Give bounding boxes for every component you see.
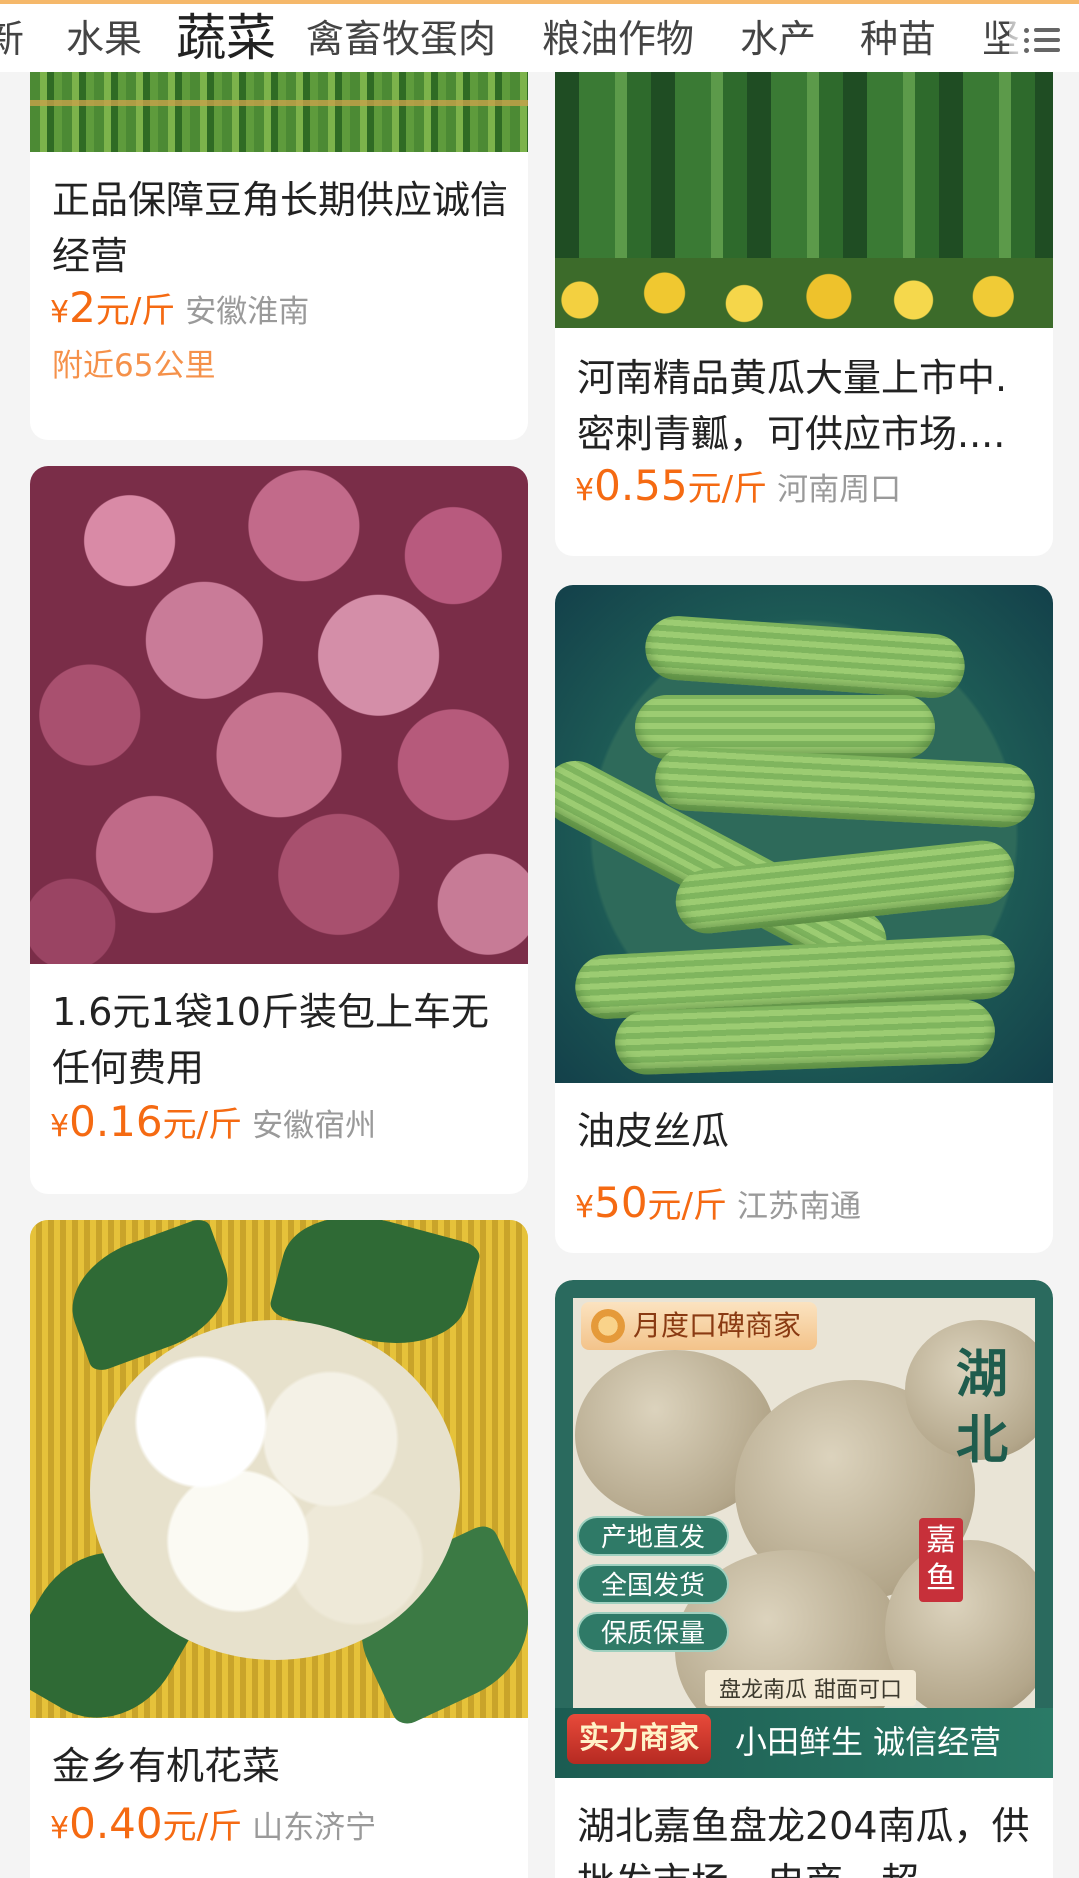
- price-unit: 元/斤: [162, 1105, 243, 1145]
- price-unit: 元/斤: [687, 469, 768, 509]
- price-value: 0.40: [69, 1799, 163, 1848]
- product-image-loofah: [555, 585, 1053, 1083]
- ad-bottom-banner: 实力商家 小田鲜生 诚信经营: [555, 1708, 1053, 1778]
- price-unit: 元/斤: [95, 291, 176, 331]
- ad-slogan: 盘龙南瓜 甜面可口: [705, 1670, 916, 1706]
- tab-vegetables[interactable]: 蔬菜: [176, 8, 276, 68]
- menu-list-icon: [1024, 23, 1064, 57]
- medal-icon: [591, 1309, 625, 1343]
- ad-feature-pill: 保质保量: [577, 1612, 730, 1652]
- product-card-loofah[interactable]: 油皮丝瓜 ¥50元/斤 江苏南通: [555, 585, 1053, 1253]
- tab-fruit[interactable]: 水果: [66, 14, 142, 64]
- tab-seedlings[interactable]: 种苗: [860, 14, 936, 64]
- ad-vertical-subtitle: 嘉鱼: [919, 1518, 963, 1602]
- location-text: 安徽淮南: [185, 294, 310, 330]
- merchant-badge-label: 月度口碑商家: [633, 1309, 802, 1342]
- product-image-onion: [30, 466, 528, 964]
- price-line: ¥2元/斤 安徽淮南: [50, 282, 510, 343]
- price-line: ¥0.55元/斤 河南周口: [575, 460, 1035, 521]
- location-text: 江苏南通: [737, 1189, 862, 1225]
- tab-aquatic[interactable]: 水产: [740, 14, 816, 64]
- strong-merchant-badge: 实力商家: [567, 1714, 711, 1764]
- product-title: 河南精品黄瓜大量上市中.密刺青瓤，可供应市场....: [577, 356, 1008, 456]
- product-card-onion[interactable]: 1.6元1袋10斤装包上车无任何费用 ¥0.16元/斤 安徽宿州: [30, 466, 528, 1194]
- product-image-cauliflower: [30, 1220, 528, 1747]
- price-line: ¥50元/斤 江苏南通: [575, 1177, 1035, 1238]
- currency-symbol: ¥: [50, 1811, 70, 1846]
- currency-symbol: ¥: [575, 473, 595, 508]
- ad-feature-pill: 全国发货: [577, 1564, 730, 1604]
- ad-feature-pill: 产地直发: [577, 1516, 730, 1556]
- location-text: 安徽宿州: [252, 1108, 377, 1144]
- product-card-cauliflower[interactable]: 金乡有机花菜 ¥0.40元/斤 山东济宁: [30, 1220, 528, 1878]
- location-text: 河南周口: [777, 472, 902, 508]
- price-value: 0.55: [594, 461, 688, 510]
- price-value: 50: [594, 1178, 648, 1227]
- product-card-cucumber[interactable]: 河南精品黄瓜大量上市中.密刺青瓤，可供应市场.... ¥0.55元/斤 河南周口: [555, 0, 1053, 556]
- distance-text: 附近65公里: [52, 348, 216, 384]
- category-menu-button[interactable]: [1009, 4, 1079, 72]
- product-card-pumpkin[interactable]: 月度口碑商家 湖北 嘉鱼 产地直发 全国发货 保质保量 盘龙南瓜 甜面可口 实力…: [555, 1280, 1053, 1878]
- category-tab-bar: 新 水果 蔬菜 禽畜牧蛋肉 粮油作物 水产 种苗 坚: [0, 0, 1079, 72]
- price-value: 0.16: [69, 1097, 163, 1146]
- currency-symbol: ¥: [575, 1190, 595, 1225]
- price-unit: 元/斤: [162, 1807, 243, 1847]
- location-text: 山东济宁: [252, 1810, 377, 1846]
- currency-symbol: ¥: [50, 295, 70, 330]
- merchant-badge: 月度口碑商家: [581, 1302, 818, 1350]
- tab-grain-oil[interactable]: 粮油作物: [542, 14, 694, 64]
- ad-vertical-title: 湖北: [955, 1344, 1008, 1471]
- product-title: 金乡有机花菜: [52, 1744, 281, 1788]
- product-title: 正品保障豆角长期供应诚信经营: [52, 178, 509, 278]
- price-line: ¥0.16元/斤 安徽宿州: [50, 1096, 510, 1157]
- product-image-pumpkin-ad: 月度口碑商家 湖北 嘉鱼 产地直发 全国发货 保质保量 盘龙南瓜 甜面可口 实力…: [555, 1280, 1053, 1778]
- product-title: 油皮丝瓜: [577, 1109, 730, 1153]
- product-title: 1.6元1袋10斤装包上车无任何费用: [52, 990, 489, 1090]
- price-value: 2: [69, 283, 96, 332]
- tab-livestock[interactable]: 禽畜牧蛋肉: [306, 14, 496, 64]
- product-title: 湖北嘉鱼盘龙204南瓜，供批发市场，电商，超: [577, 1804, 1030, 1878]
- tab-new[interactable]: 新: [0, 14, 24, 64]
- brand-name: 小田鲜生 诚信经营: [735, 1723, 1002, 1761]
- currency-symbol: ¥: [50, 1109, 70, 1144]
- price-unit: 元/斤: [647, 1186, 728, 1226]
- price-line: ¥0.40元/斤 山东济宁: [50, 1798, 510, 1859]
